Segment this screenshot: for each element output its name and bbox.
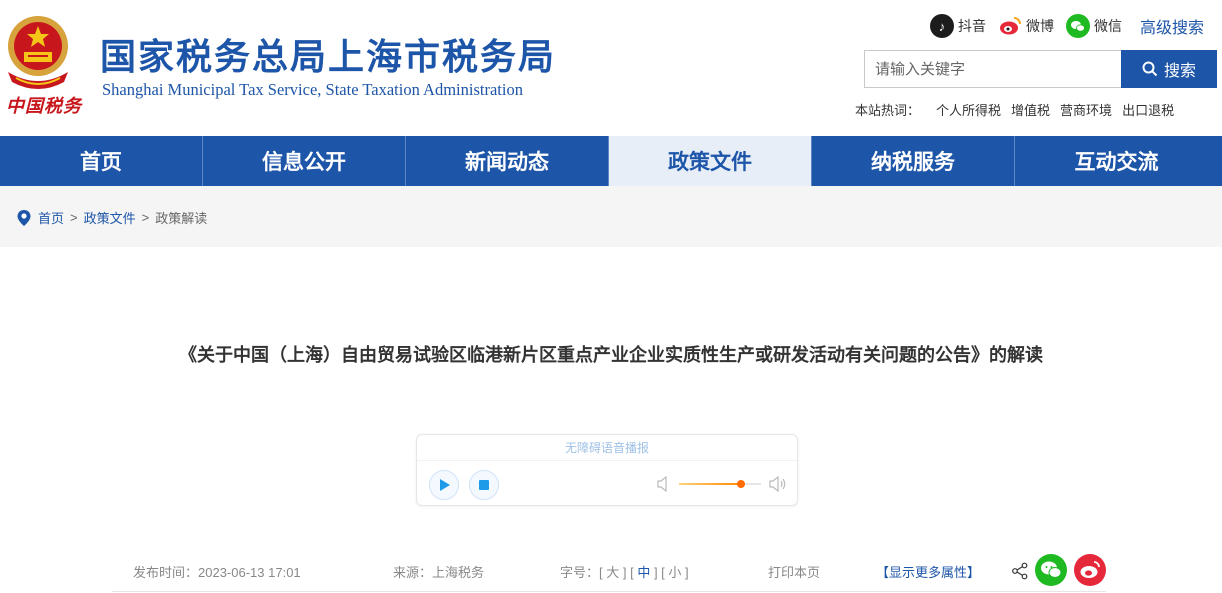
breadcrumb: 首页 > 政策文件 > 政策解读 <box>16 208 207 227</box>
font-size-large[interactable]: 大 <box>606 565 619 580</box>
weibo-link[interactable]: 微博 <box>998 14 1054 38</box>
search-box: 搜索 <box>864 50 1217 88</box>
hot-words-label: 本站热词： <box>855 103 921 118</box>
wechat-label: 微信 <box>1093 18 1122 34</box>
breadcrumb-separator: > <box>70 210 78 225</box>
site-subtitle: Shanghai Municipal Tax Service, State Ta… <box>102 80 523 99</box>
print-link[interactable]: 打印本页 <box>768 562 820 581</box>
search-input[interactable] <box>864 50 1121 88</box>
emblem-text: 中国税务 <box>6 96 82 117</box>
social-links: ♪ 抖音 微博 微信 高级搜索 <box>929 14 1204 38</box>
share-weibo-button[interactable] <box>1074 554 1106 586</box>
play-icon <box>440 479 450 491</box>
search-icon <box>1142 61 1158 77</box>
font-size-medium[interactable]: 中 <box>637 565 650 580</box>
share-icon[interactable] <box>1011 562 1029 580</box>
volume-slider[interactable] <box>679 480 761 488</box>
hot-word-link[interactable]: 营商环境 <box>1060 100 1112 119</box>
volume-slider-knob[interactable] <box>736 480 745 488</box>
volume-high-icon[interactable] <box>769 476 787 492</box>
font-size-label: 字号： <box>560 565 600 580</box>
weibo-icon <box>1080 561 1100 578</box>
douyin-link[interactable]: ♪ 抖音 <box>929 14 986 38</box>
hot-words: 本站热词： 个人所得税 增值税 营商环境 出口退税 <box>855 100 1174 119</box>
nav-item-policy-documents[interactable]: 政策文件 <box>609 136 812 186</box>
hot-word-link[interactable]: 个人所得税 <box>936 100 1001 119</box>
advanced-search-link[interactable]: 高级搜索 <box>1140 14 1204 38</box>
article-title: 《关于中国（上海）自由贸易试验区临港新片区重点产业企业实质性生产或研发活动有关问… <box>179 345 1043 366</box>
wechat-icon <box>1041 561 1062 578</box>
audio-player-label: 无障碍语音播报 <box>417 439 797 461</box>
douyin-label: 抖音 <box>957 18 986 34</box>
weibo-label: 微博 <box>1025 18 1054 34</box>
stop-button[interactable] <box>469 470 499 500</box>
show-more-attributes-link[interactable]: 【显示更多属性】 <box>876 562 980 581</box>
font-size-small[interactable]: 小 <box>668 565 681 580</box>
font-size-controls: 字号：[ 大 ] [ 中 ] [ 小 ] <box>560 565 689 580</box>
wechat-link[interactable]: 微信 <box>1065 14 1122 38</box>
breadcrumb-current: 政策解读 <box>155 211 208 226</box>
breadcrumb-separator: > <box>141 210 150 225</box>
meta-divider <box>112 591 1106 592</box>
breadcrumb-bar: 首页 > 政策文件 > 政策解读 <box>0 186 1222 247</box>
site-title[interactable]: 国家税务总局上海市税务局 <box>100 28 556 80</box>
nav-item-info-disclosure[interactable]: 信息公开 <box>203 136 406 186</box>
weibo-icon <box>999 17 1021 35</box>
breadcrumb-policy-documents[interactable]: 政策文件 <box>84 208 136 227</box>
hot-word-link[interactable]: 增值税 <box>1011 100 1050 119</box>
site-header: 中国税务 国家税务总局上海市税务局 Shanghai Municipal Tax… <box>0 0 1222 136</box>
publish-time: 发布时间：2023-06-13 17:01 <box>133 565 301 580</box>
location-pin-icon <box>17 209 31 226</box>
hot-word-link[interactable]: 出口退税 <box>1122 100 1174 119</box>
nav-item-interaction[interactable]: 互动交流 <box>1015 136 1218 186</box>
play-button[interactable] <box>429 470 459 500</box>
volume-slider-fill <box>679 483 741 485</box>
share-wechat-button[interactable] <box>1035 554 1067 586</box>
douyin-icon: ♪ <box>929 14 954 38</box>
national-emblem-icon <box>8 16 68 89</box>
nav-item-news[interactable]: 新闻动态 <box>406 136 609 186</box>
search-button-label: 搜索 <box>1163 61 1196 80</box>
volume-low-icon[interactable] <box>657 476 671 492</box>
audio-player: 无障碍语音播报 <box>416 434 798 506</box>
nav-item-home[interactable]: 首页 <box>0 136 203 186</box>
main-nav: 首页 信息公开 新闻动态 政策文件 纳税服务 互动交流 <box>0 136 1222 186</box>
breadcrumb-home[interactable]: 首页 <box>38 208 64 227</box>
nav-item-tax-services[interactable]: 纳税服务 <box>812 136 1015 186</box>
wechat-icon <box>1065 14 1090 38</box>
search-button[interactable]: 搜索 <box>1121 50 1217 88</box>
source: 来源：上海税务 <box>393 565 485 580</box>
stop-icon <box>479 480 489 490</box>
